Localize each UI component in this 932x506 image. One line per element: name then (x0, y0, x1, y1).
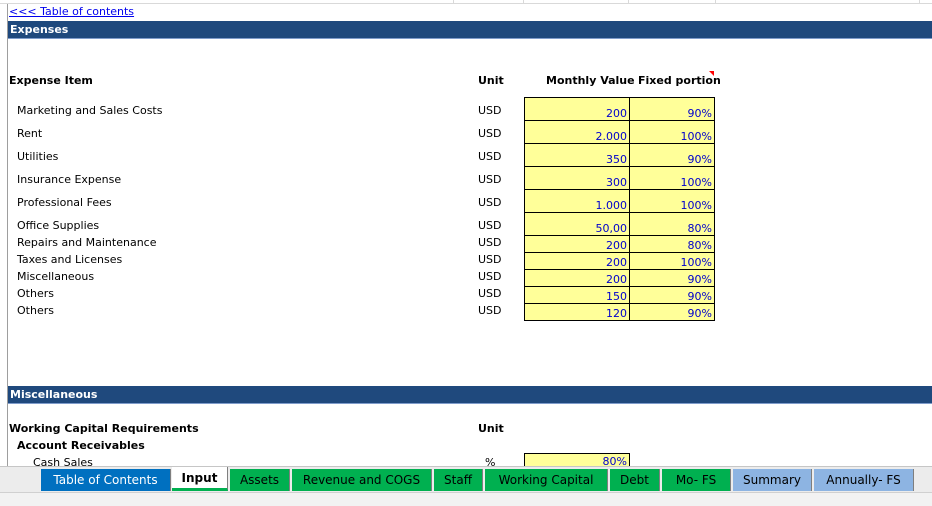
working-capital-header: Working Capital Requirements (9, 422, 199, 435)
top-gridline (0, 0, 932, 4)
expenses-section-header: Expenses (8, 21, 932, 38)
status-bar (0, 492, 932, 506)
sheet-tab-annually-fs[interactable]: Annually- FS (814, 469, 914, 491)
unit-header: Unit (478, 74, 504, 87)
expense-unit: USD (478, 287, 502, 300)
expense-unit: USD (478, 236, 502, 249)
column-gridline (523, 0, 524, 4)
comment-indicator-icon (709, 71, 714, 76)
monthly-value-cell[interactable]: 200 (524, 252, 630, 270)
monthly-value-header: Monthly Value (546, 74, 635, 87)
sheet-tab-table-of-contents[interactable]: Table of Contents (41, 469, 171, 491)
fixed-portion-cell[interactable]: 100% (629, 252, 715, 270)
expense-unit: USD (478, 219, 502, 232)
expense-item-header: Expense Item (9, 74, 93, 87)
expense-item-label: Utilities (17, 150, 59, 163)
monthly-value-cell[interactable]: 350 (524, 143, 630, 167)
monthly-value-cell[interactable]: 120 (524, 303, 630, 321)
sheet-tab-working-capital[interactable]: Working Capital (485, 469, 608, 491)
fixed-portion-cell[interactable]: 80% (629, 212, 715, 236)
expense-unit: USD (478, 150, 502, 163)
expense-item-label: Rent (17, 127, 43, 140)
monthly-value-cell[interactable]: 200 (524, 269, 630, 287)
fixed-portion-cell[interactable]: 90% (629, 303, 715, 321)
expense-item-label: Professional Fees (17, 196, 112, 209)
expense-unit: USD (478, 104, 502, 117)
sheet-tab-assets[interactable]: Assets (230, 469, 290, 491)
expense-unit: USD (478, 304, 502, 317)
expense-unit: USD (478, 127, 502, 140)
column-gridline (453, 0, 454, 4)
sheet-tab-revenue-and-cogs[interactable]: Revenue and COGS (292, 469, 432, 491)
sheet-tab-staff[interactable]: Staff (434, 469, 483, 491)
misc-unit-header: Unit (478, 422, 504, 435)
column-gridline (628, 0, 629, 4)
section-underline (8, 403, 932, 404)
monthly-value-cell[interactable]: 2.000 (524, 120, 630, 144)
monthly-value-cell[interactable]: 200 (524, 235, 630, 253)
sheet-tab-input[interactable]: Input (172, 467, 228, 491)
fixed-portion-cell[interactable]: 90% (629, 97, 715, 121)
column-gridline (919, 0, 920, 4)
sheet-tab-mo-fs[interactable]: Mo- FS (662, 469, 731, 491)
expense-item-label: Others (17, 304, 54, 317)
fixed-portion-cell[interactable]: 100% (629, 189, 715, 213)
table-of-contents-link[interactable]: <<< Table of contents (9, 5, 134, 18)
monthly-value-cell[interactable]: 1.000 (524, 189, 630, 213)
expense-item-label: Others (17, 287, 54, 300)
expense-unit: USD (478, 253, 502, 266)
expense-item-label: Marketing and Sales Costs (17, 104, 163, 117)
expense-item-label: Insurance Expense (17, 173, 122, 186)
expense-unit: USD (478, 196, 502, 209)
section-underline (8, 38, 932, 39)
monthly-value-cell[interactable]: 300 (524, 166, 630, 190)
fixed-portion-cell[interactable]: 90% (629, 286, 715, 304)
fixed-portion-cell[interactable]: 100% (629, 166, 715, 190)
monthly-value-cell[interactable]: 150 (524, 286, 630, 304)
monthly-value-cell[interactable]: 50,00 (524, 212, 630, 236)
column-gridline (715, 0, 716, 4)
expense-unit: USD (478, 270, 502, 283)
expense-item-label: Taxes and Licenses (17, 253, 123, 266)
fixed-portion-cell[interactable]: 90% (629, 143, 715, 167)
sheet-tab-debt[interactable]: Debt (610, 469, 660, 491)
sheet-tab-summary[interactable]: Summary (733, 469, 812, 491)
fixed-portion-cell[interactable]: 90% (629, 269, 715, 287)
expense-item-label: Office Supplies (17, 219, 100, 232)
monthly-value-cell[interactable]: 200 (524, 97, 630, 121)
expense-item-label: Repairs and Maintenance (17, 236, 157, 249)
expense-unit: USD (478, 173, 502, 186)
expense-item-label: Miscellaneous (17, 270, 95, 283)
miscellaneous-section-header: Miscellaneous (8, 386, 932, 403)
fixed-portion-cell[interactable]: 100% (629, 120, 715, 144)
account-receivables-header: Account Receivables (17, 439, 145, 452)
fixed-portion-cell[interactable]: 80% (629, 235, 715, 253)
